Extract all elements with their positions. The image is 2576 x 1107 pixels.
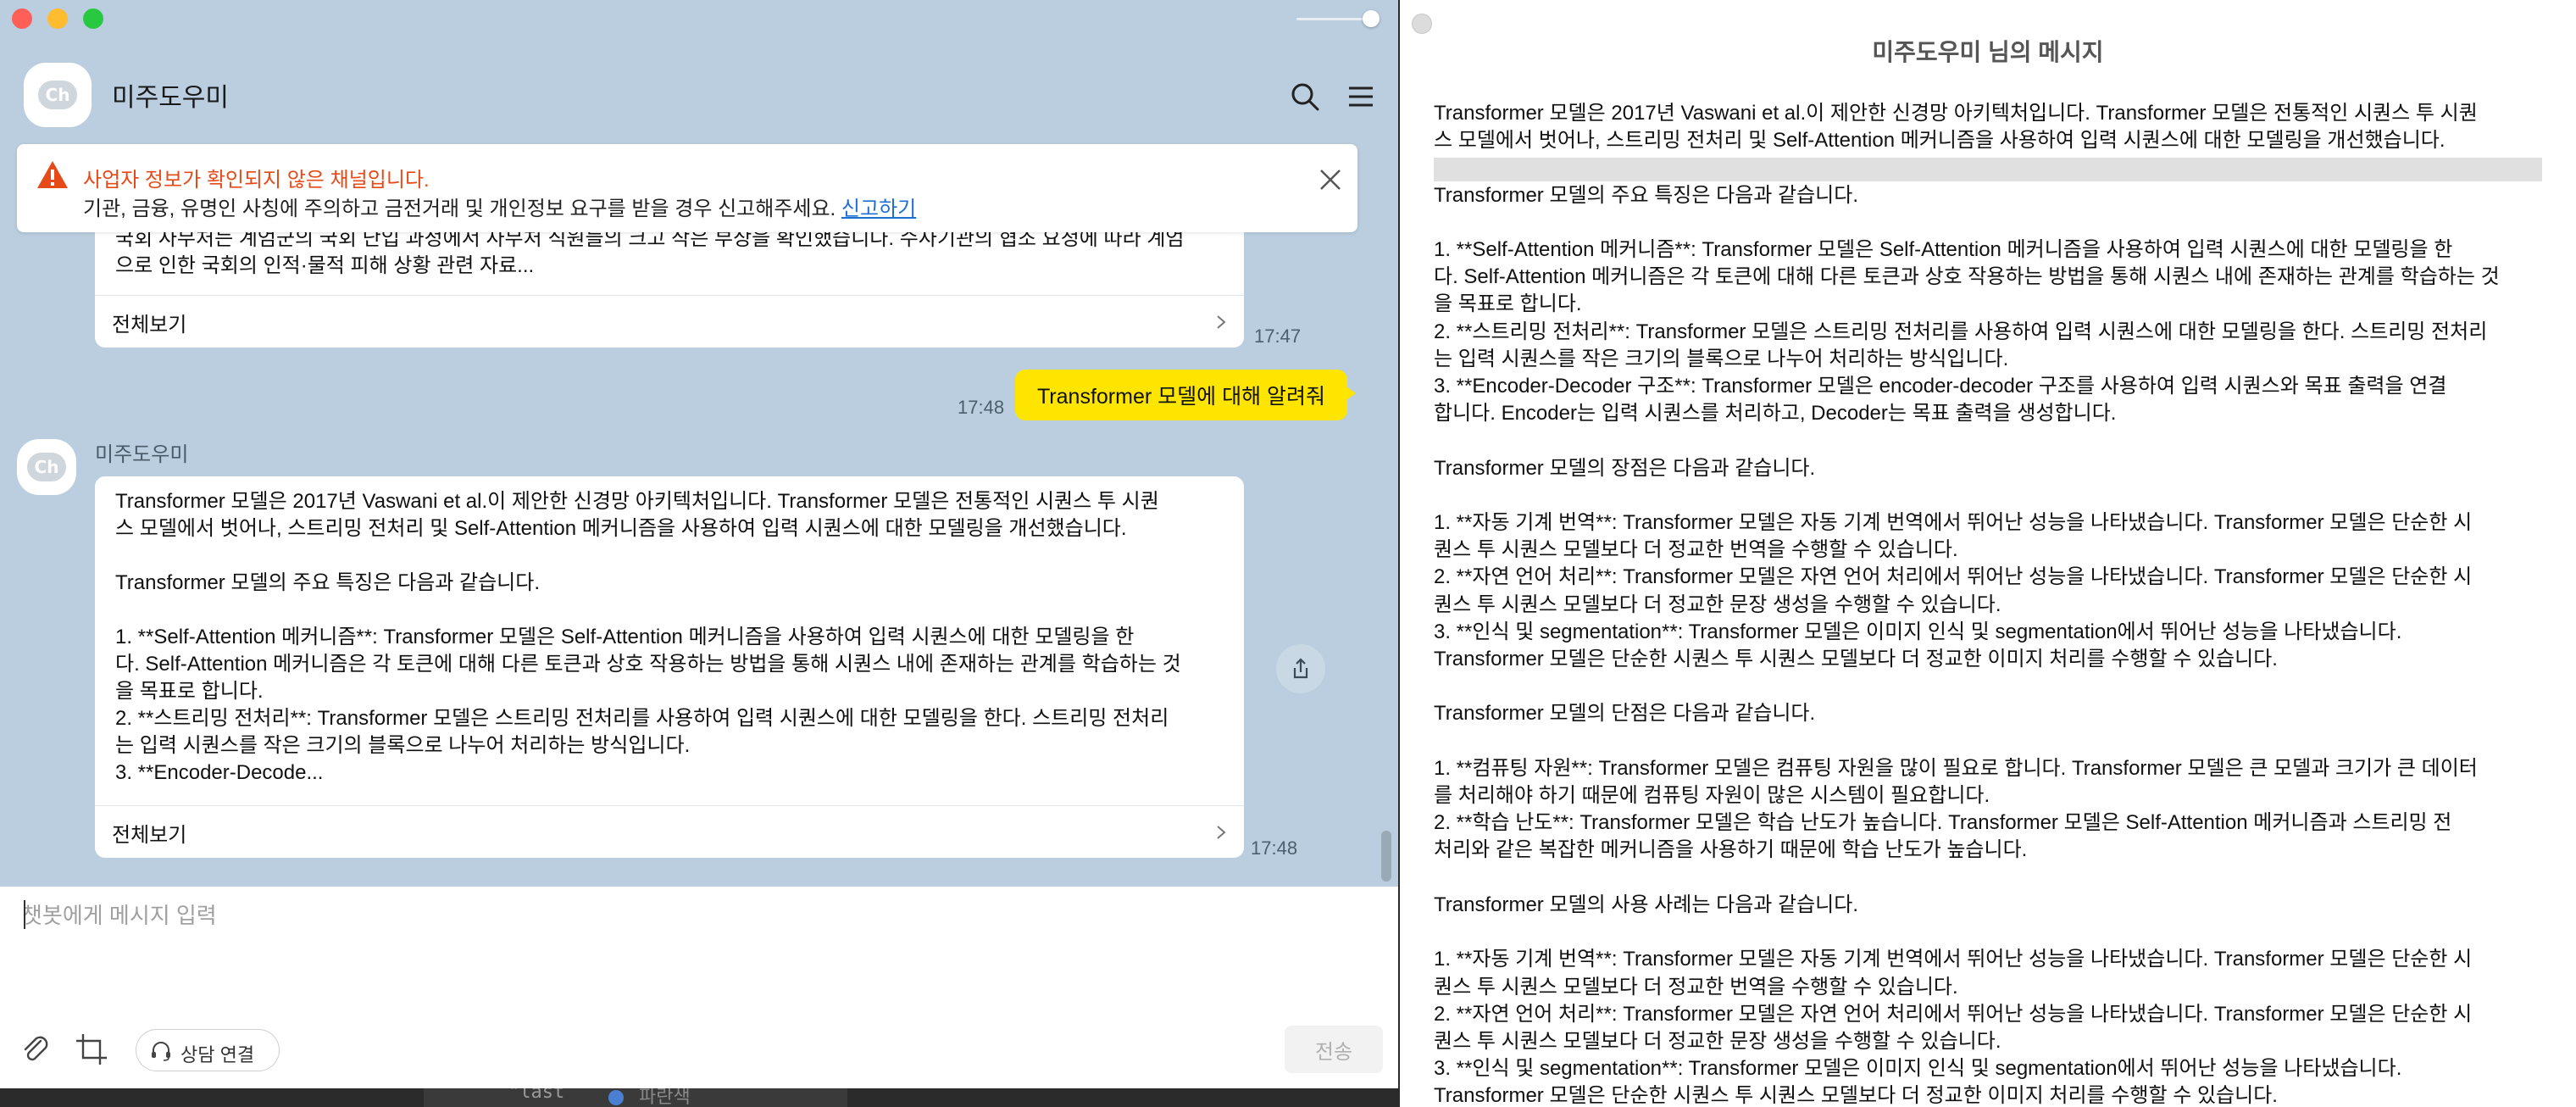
chat-window: Ch 미주도우미 국회 사무처는 계엄군의 국회 난입 과정에서 사무처 직원들…: [0, 0, 1398, 1088]
menu-icon[interactable]: [1344, 80, 1378, 114]
message-input[interactable]: [22, 898, 1293, 932]
chat-header: Ch 미주도우미: [0, 47, 1398, 141]
warning-body: 기관, 금융, 유명인 사칭에 주의하고 금전거래 및 개인정보 요구를 받을 …: [83, 192, 916, 221]
share-icon: [1293, 658, 1308, 679]
text-caret: [24, 900, 25, 929]
viewer-title: 미주도우미 님의 메시지: [1872, 39, 2104, 65]
slider-track: [1296, 18, 1373, 20]
message-bubble-me: Transformer 모델에 대해 알려줘: [1015, 370, 1356, 420]
message-composer: 상담 연결: [0, 887, 1398, 1088]
viewer-close-button[interactable]: [1412, 14, 1432, 34]
view-all-button[interactable]: 전체보기: [95, 805, 1244, 858]
view-all-label: 전체보기: [112, 824, 187, 847]
window-maximize-button[interactable]: [83, 8, 103, 29]
share-button[interactable]: [1276, 644, 1325, 693]
warning-body-text: 기관, 금융, 유명인 사칭에 주의하고 금전거래 및 개인정보 요구를 받을 …: [83, 197, 836, 220]
chevron-right-icon: [1217, 826, 1226, 839]
bubble-tail: [1344, 385, 1356, 402]
message-time: 17:48: [958, 397, 1005, 418]
consult-label: 상담 연결: [180, 1044, 255, 1065]
message-viewer-window: 미주도우미 님의 메시지 Transformer 모델은 2017년 Vaswa…: [1400, 0, 2576, 1107]
bot-name: 미주도우미: [95, 443, 189, 466]
unverified-channel-warning: 사업자 정보가 확인되지 않은 채널입니다. 기관, 금융, 유명인 사칭에 주…: [17, 144, 1357, 232]
slider-knob[interactable]: [1363, 10, 1380, 27]
opacity-slider[interactable]: [1296, 10, 1380, 27]
message-text: 국회 사무처는 계엄군의 국회 난입 과정에서 사무처 직원들의 크고 작은 부…: [115, 227, 1185, 277]
headset-icon: [152, 1042, 170, 1061]
channel-avatar[interactable]: Ch: [24, 63, 92, 127]
blue-dot-icon: [608, 1090, 624, 1105]
warning-icon: [37, 161, 68, 188]
bot-avatar[interactable]: Ch: [17, 439, 76, 495]
attachment-icon[interactable]: [17, 1031, 54, 1068]
window-minimize-button[interactable]: [47, 8, 68, 29]
message-text: Transformer 모델에 대해 알려줘: [1036, 385, 1326, 409]
message-time: 17:47: [1254, 325, 1302, 347]
consult-connect-button[interactable]: 상담 연결: [136, 1029, 280, 1071]
close-icon[interactable]: [1313, 163, 1347, 197]
chat-title: 미주도우미: [112, 84, 229, 112]
chevron-right-icon: [1217, 315, 1226, 329]
message-bubble-bot: Transformer 모델은 2017년 Vaswani et al.이 제안…: [95, 476, 1244, 858]
view-all-button[interactable]: 전체보기: [95, 295, 1244, 348]
viewer-message-text: Transformer 모델은 2017년 Vaswani et al.이 제안…: [1434, 102, 2500, 1107]
chat-scrollbar[interactable]: [1381, 831, 1391, 882]
view-all-label: 전체보기: [112, 314, 187, 337]
avatar-label: Ch: [38, 81, 77, 109]
screen-capture-icon[interactable]: [73, 1031, 110, 1068]
search-icon[interactable]: [1288, 80, 1322, 114]
message-text: Transformer 모델은 2017년 Vaswani et al.이 제안…: [115, 490, 1181, 784]
warning-title: 사업자 정보가 확인되지 않은 채널입니다.: [83, 169, 430, 192]
report-link[interactable]: 신고하기: [841, 197, 916, 220]
send-button[interactable]: 전송: [1285, 1026, 1383, 1073]
message-time: 17:48: [1251, 837, 1298, 859]
window-close-button[interactable]: [12, 8, 32, 29]
avatar-label: Ch: [27, 453, 66, 481]
